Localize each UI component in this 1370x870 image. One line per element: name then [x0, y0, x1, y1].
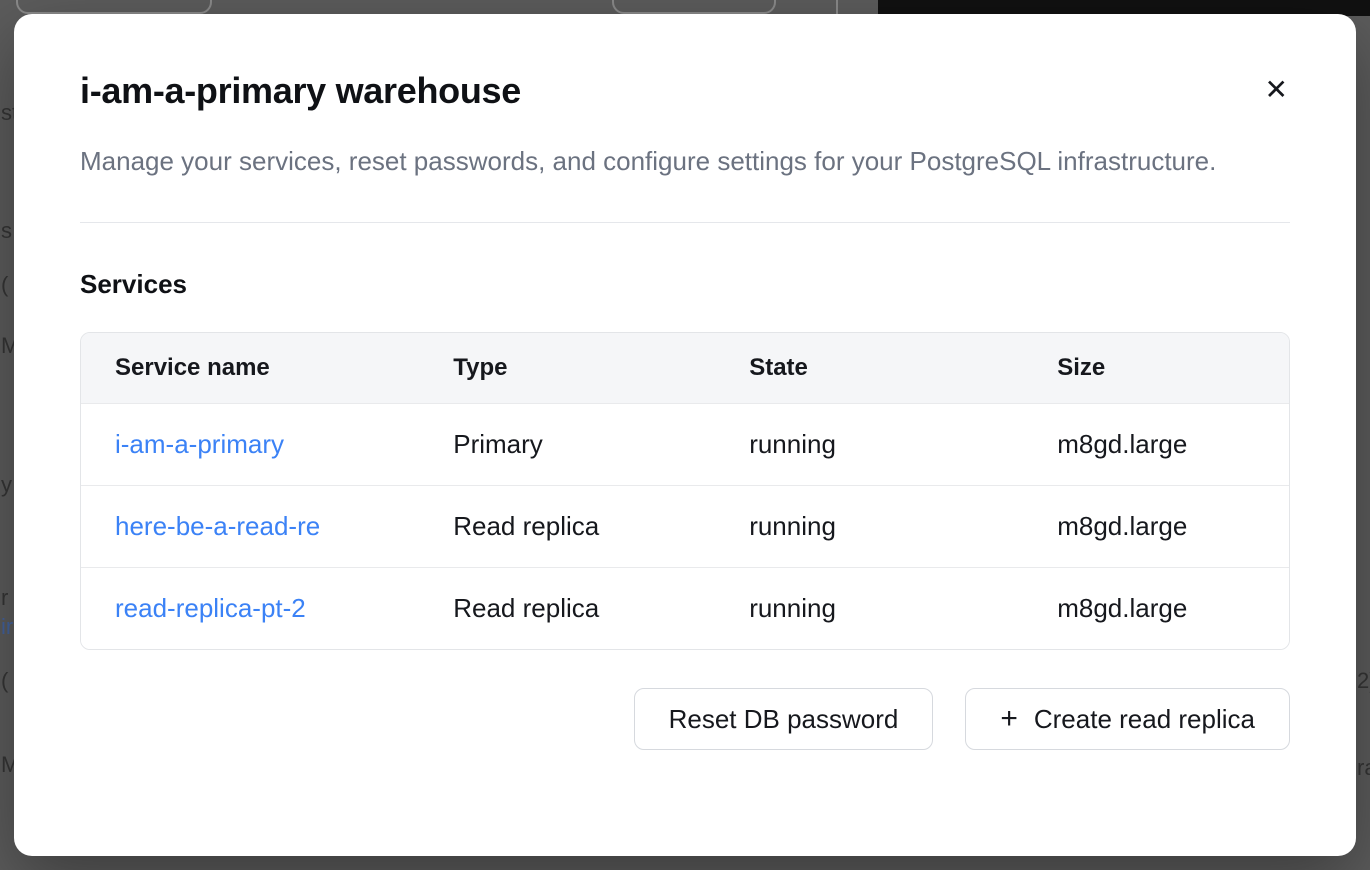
background-text-fragment: y — [1, 472, 12, 498]
services-table: Service name Type State Size i-am-a-prim… — [80, 332, 1290, 650]
modal-actions: Reset DB password + Create read replica — [80, 688, 1290, 750]
background-text-fragment: ra — [1357, 755, 1370, 781]
service-type: Primary — [419, 404, 715, 486]
modal-header: i-am-a-primary warehouse ✕ — [80, 70, 1290, 112]
service-state: running — [715, 486, 1023, 568]
background-text-fragment: ( — [1, 272, 8, 298]
service-size: m8gd.large — [1023, 486, 1289, 568]
reset-db-password-button[interactable]: Reset DB password — [634, 688, 934, 750]
service-size: m8gd.large — [1023, 568, 1289, 650]
background-text-fragment: r — [1, 585, 8, 611]
warehouse-modal: i-am-a-primary warehouse ✕ Manage your s… — [14, 14, 1356, 856]
services-heading: Services — [80, 269, 1290, 300]
table-row: read-replica-pt-2 Read replica running m… — [81, 568, 1289, 650]
service-name-link[interactable]: here-be-a-read-re — [115, 511, 320, 542]
service-state: running — [715, 404, 1023, 486]
table-header-row: Service name Type State Size — [81, 333, 1289, 404]
table-row: i-am-a-primary Primary running m8gd.larg… — [81, 404, 1289, 486]
modal-description: Manage your services, reset passwords, a… — [80, 140, 1230, 182]
service-type: Read replica — [419, 486, 715, 568]
column-header-service-name: Service name — [81, 333, 419, 404]
create-read-replica-label: Create read replica — [1034, 704, 1255, 735]
background-text-fragment: ( — [1, 668, 8, 694]
background-link-fragment: ir — [1, 614, 13, 640]
background-divider — [836, 0, 838, 14]
service-state: running — [715, 568, 1023, 650]
background-text-fragment: 2) — [1357, 668, 1370, 694]
service-name-link[interactable]: i-am-a-primary — [115, 429, 284, 460]
plus-icon: + — [1000, 704, 1018, 734]
table-row: here-be-a-read-re Read replica running m… — [81, 486, 1289, 568]
column-header-type: Type — [419, 333, 715, 404]
screen: { "modal": { "title": "i-am-a-primary wa… — [0, 0, 1370, 870]
background-text-fragment: s — [1, 218, 12, 244]
modal-title: i-am-a-primary warehouse — [80, 70, 521, 112]
divider — [80, 222, 1290, 223]
background-button-outline — [16, 0, 212, 14]
service-name-link[interactable]: read-replica-pt-2 — [115, 593, 306, 624]
reset-db-password-label: Reset DB password — [669, 704, 899, 735]
service-size: m8gd.large — [1023, 404, 1289, 486]
column-header-size: Size — [1023, 333, 1289, 404]
background-button-outline — [612, 0, 776, 14]
service-type: Read replica — [419, 568, 715, 650]
create-read-replica-button[interactable]: + Create read replica — [965, 688, 1290, 750]
column-header-state: State — [715, 333, 1023, 404]
close-icon[interactable]: ✕ — [1263, 70, 1290, 110]
